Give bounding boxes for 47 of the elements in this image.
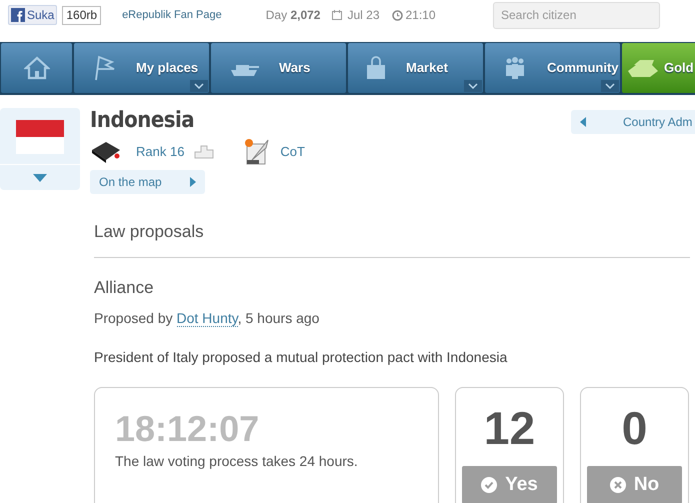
caret-left-icon	[580, 117, 586, 127]
country-name: Indonesia	[90, 108, 196, 134]
nav-tab[interactable]: Community	[485, 43, 620, 93]
vote-count: 12	[484, 402, 536, 454]
proposer-link[interactable]: Dot Hunty	[176, 310, 238, 327]
proposed-by-text: Proposed by Dot Hunty, 5 hours ago	[94, 309, 320, 329]
caret-right-icon	[190, 177, 196, 187]
home-icon	[24, 56, 50, 80]
day-counter: Day 2,072	[266, 7, 320, 24]
document-quill-icon	[244, 138, 270, 166]
ingots-icon	[626, 57, 660, 79]
vote-count: 0	[622, 402, 648, 454]
fan-page-link[interactable]: eRepublik Fan Page	[122, 6, 222, 24]
time-text: 21:10	[406, 7, 436, 24]
nav-tab[interactable]: Wars	[211, 43, 346, 93]
check-circle-icon	[481, 477, 498, 493]
book-icon	[90, 140, 122, 164]
indonesia-flag	[16, 120, 64, 154]
flag-icon	[92, 55, 116, 81]
home-tab[interactable]	[1, 43, 72, 93]
dropdown-caret-icon[interactable]	[601, 80, 619, 92]
country-admin-button[interactable]: Country Adm	[571, 110, 695, 134]
x-circle-icon	[610, 477, 626, 493]
facebook-icon	[11, 8, 25, 22]
clock-icon	[392, 10, 402, 20]
countdown-note: The law voting process takes 24 hours.	[115, 452, 359, 471]
cot-link[interactable]: CoT	[280, 142, 305, 162]
date-text: Jul 23	[347, 7, 380, 24]
podium-icon	[194, 145, 214, 159]
like-count: 160rb	[62, 6, 102, 24]
nav-tab[interactable]: Market	[348, 43, 483, 93]
like-button[interactable]: Suka	[8, 5, 58, 25]
on-the-map-button[interactable]: On the map	[90, 170, 205, 194]
caret-down-icon[interactable]	[33, 174, 47, 182]
shopping-bag-icon	[366, 56, 386, 80]
search-field[interactable]: Search citizen	[493, 2, 660, 28]
dropdown-caret-icon[interactable]	[464, 80, 482, 92]
section-title: Law proposals	[94, 219, 690, 258]
calendar-icon	[332, 10, 342, 20]
people-icon	[503, 56, 527, 80]
dropdown-caret-icon[interactable]	[190, 80, 208, 92]
nav-tab[interactable]: Gold	[622, 43, 695, 93]
countdown-timer: 18:12:07	[115, 409, 260, 449]
nav-tab[interactable]: My places	[74, 43, 209, 93]
proposal-description: President of Italy proposed a mutual protection pact with Indonesia	[94, 348, 508, 367]
rank-text: Rank 16	[136, 143, 184, 162]
proposal-title: Alliance	[94, 276, 155, 298]
